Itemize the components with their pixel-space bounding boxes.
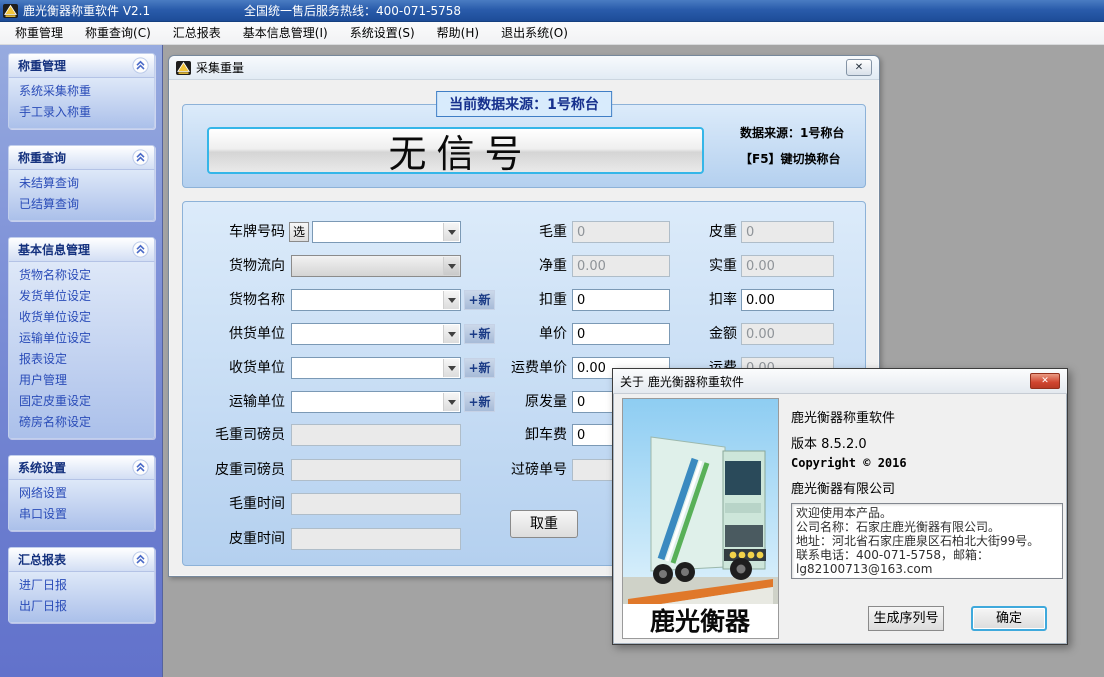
- sidebar-header-weigh-manage[interactable]: 称重管理: [8, 53, 155, 78]
- close-icon[interactable]: ✕: [846, 59, 872, 76]
- sidebar-item-weighhouse-name-setting[interactable]: 磅房名称设定: [9, 412, 154, 433]
- ok-button[interactable]: 确定: [971, 606, 1047, 631]
- sidebar-item-receiver-setting[interactable]: 收货单位设定: [9, 307, 154, 328]
- sidebar-section-weigh-query: 称重查询 未结算查询 已结算查询: [8, 145, 155, 221]
- data-source-banner: 当前数据来源：1号称台: [436, 91, 612, 117]
- sidebar-item-unsettled-query[interactable]: 未结算查询: [9, 173, 154, 194]
- about-dialog: 关于 鹿光衡器称重软件 ✕: [612, 368, 1068, 645]
- menu-system-settings[interactable]: 系统设置(S): [339, 22, 426, 44]
- sidebar-header-weigh-query[interactable]: 称重查询: [8, 145, 155, 170]
- sidebar-item-shipper-setting[interactable]: 发货单位设定: [9, 286, 154, 307]
- sidebar: 称重管理 系统采集称重 手工录入称重 称重查询 未结算查询 已结算查询 基本信息…: [0, 45, 163, 677]
- sidebar-item-system-capture-weigh[interactable]: 系统采集称重: [9, 81, 154, 102]
- amount-field: [741, 323, 834, 345]
- screen: 鹿光衡器称重软件 V2.1 全国统一售后服务热线：400-071-5758 称重…: [0, 0, 1104, 677]
- menu-exit[interactable]: 退出系统(O): [490, 22, 579, 44]
- about-dialog-title: 关于 鹿光衡器称重软件: [620, 373, 744, 390]
- sidebar-item-goods-name-setting[interactable]: 货物名称设定: [9, 265, 154, 286]
- generate-serial-button[interactable]: 生成序列号: [868, 606, 944, 631]
- deduct-rate-label: 扣率: [657, 289, 737, 311]
- app-logo-icon: [3, 4, 18, 18]
- sidebar-header-system-settings[interactable]: 系统设置: [8, 455, 155, 480]
- unload-fee-label: 卸车费: [469, 424, 567, 446]
- gross-time-label: 毛重时间: [183, 493, 285, 515]
- version-text: 版本 8.5.2.0: [791, 433, 867, 452]
- sidebar-section-summary-report: 汇总报表 进厂日报 出厂日报: [8, 547, 155, 623]
- collapse-chevron-icon[interactable]: [132, 241, 149, 258]
- app-title: 鹿光衡器称重软件 V2.1: [23, 2, 150, 19]
- sidebar-item-user-management[interactable]: 用户管理: [9, 370, 154, 391]
- menu-summary-report[interactable]: 汇总报表: [162, 22, 232, 44]
- app-title-bar: 鹿光衡器称重软件 V2.1 全国统一售后服务热线：400-071-5758: [0, 0, 1104, 22]
- deduct-rate-field[interactable]: [741, 289, 834, 311]
- capture-window-title-bar: 采集重量 ✕: [169, 56, 879, 80]
- ticket-no-label: 过磅单号: [469, 459, 567, 481]
- sidebar-item-fixed-tare-setting[interactable]: 固定皮重设定: [9, 391, 154, 412]
- sidebar-item-inbound-daily-report[interactable]: 进厂日报: [9, 575, 154, 596]
- close-icon[interactable]: ✕: [1030, 373, 1060, 389]
- sidebar-item-outbound-daily-report[interactable]: 出厂日报: [9, 596, 154, 617]
- truck-image: 鹿光衡器: [622, 398, 779, 639]
- menu-weigh-manage[interactable]: 称重管理: [4, 22, 74, 44]
- company-info-box: 欢迎使用本产品。 公司名称：石家庄鹿光衡器有限公司。 地址：河北省石家庄鹿泉区石…: [791, 503, 1063, 579]
- sidebar-item-transporter-setting[interactable]: 运输单位设定: [9, 328, 154, 349]
- about-dialog-title-bar: 关于 鹿光衡器称重软件 ✕: [613, 369, 1067, 394]
- weight-signal-display: 无信号: [207, 127, 704, 174]
- sidebar-item-settled-query[interactable]: 已结算查询: [9, 194, 154, 215]
- sidebar-section-weigh-manage: 称重管理 系统采集称重 手工录入称重: [8, 53, 155, 129]
- product-name: 鹿光衡器称重软件: [791, 407, 895, 426]
- actual-weight-label: 实重: [657, 255, 737, 277]
- original-qty-label: 原发量: [469, 391, 567, 413]
- tare-time-field: [291, 528, 461, 550]
- sidebar-header-summary-report[interactable]: 汇总报表: [8, 547, 155, 572]
- sidebar-section-basic-info: 基本信息管理 货物名称设定 发货单位设定 收货单位设定 运输单位设定 报表设定 …: [8, 237, 155, 439]
- sidebar-header-basic-info[interactable]: 基本信息管理: [8, 237, 155, 262]
- menu-help[interactable]: 帮助(H): [426, 22, 490, 44]
- sidebar-item-serial-settings[interactable]: 串口设置: [9, 504, 154, 525]
- service-hotline: 全国统一售后服务热线：400-071-5758: [244, 2, 461, 19]
- window-title: 采集重量: [196, 59, 244, 76]
- tare-time-label: 皮重时间: [183, 528, 285, 550]
- gross-time-field: [291, 493, 461, 515]
- data-source-info: 数据来源：1号称台 【F5】键切换称台: [740, 120, 844, 172]
- collapse-chevron-icon[interactable]: [132, 57, 149, 74]
- sidebar-item-report-setting[interactable]: 报表设定: [9, 349, 154, 370]
- collapse-chevron-icon[interactable]: [132, 459, 149, 476]
- collapse-chevron-icon[interactable]: [132, 551, 149, 568]
- tare-weight-field: [741, 221, 834, 243]
- tare-weight-label: 皮重: [657, 221, 737, 243]
- actual-weight-field: [741, 255, 834, 277]
- sidebar-item-network-settings[interactable]: 网络设置: [9, 483, 154, 504]
- svg-text:鹿光衡器: 鹿光衡器: [650, 607, 751, 636]
- window-logo-icon: [176, 61, 191, 75]
- collapse-chevron-icon[interactable]: [132, 149, 149, 166]
- company-name: 鹿光衡器有限公司: [791, 478, 895, 497]
- sidebar-item-manual-entry-weigh[interactable]: 手工录入称重: [9, 102, 154, 123]
- take-weight-button[interactable]: 取重: [510, 510, 578, 538]
- sidebar-section-system-settings: 系统设置 网络设置 串口设置: [8, 455, 155, 531]
- copyright-text: Copyright © 2016: [791, 456, 907, 470]
- menu-weigh-query[interactable]: 称重查询(C): [74, 22, 162, 44]
- menu-basic-info[interactable]: 基本信息管理(I): [232, 22, 339, 44]
- amount-label: 金额: [657, 323, 737, 345]
- menu-bar: 称重管理 称重查询(C) 汇总报表 基本信息管理(I) 系统设置(S) 帮助(H…: [0, 22, 1104, 45]
